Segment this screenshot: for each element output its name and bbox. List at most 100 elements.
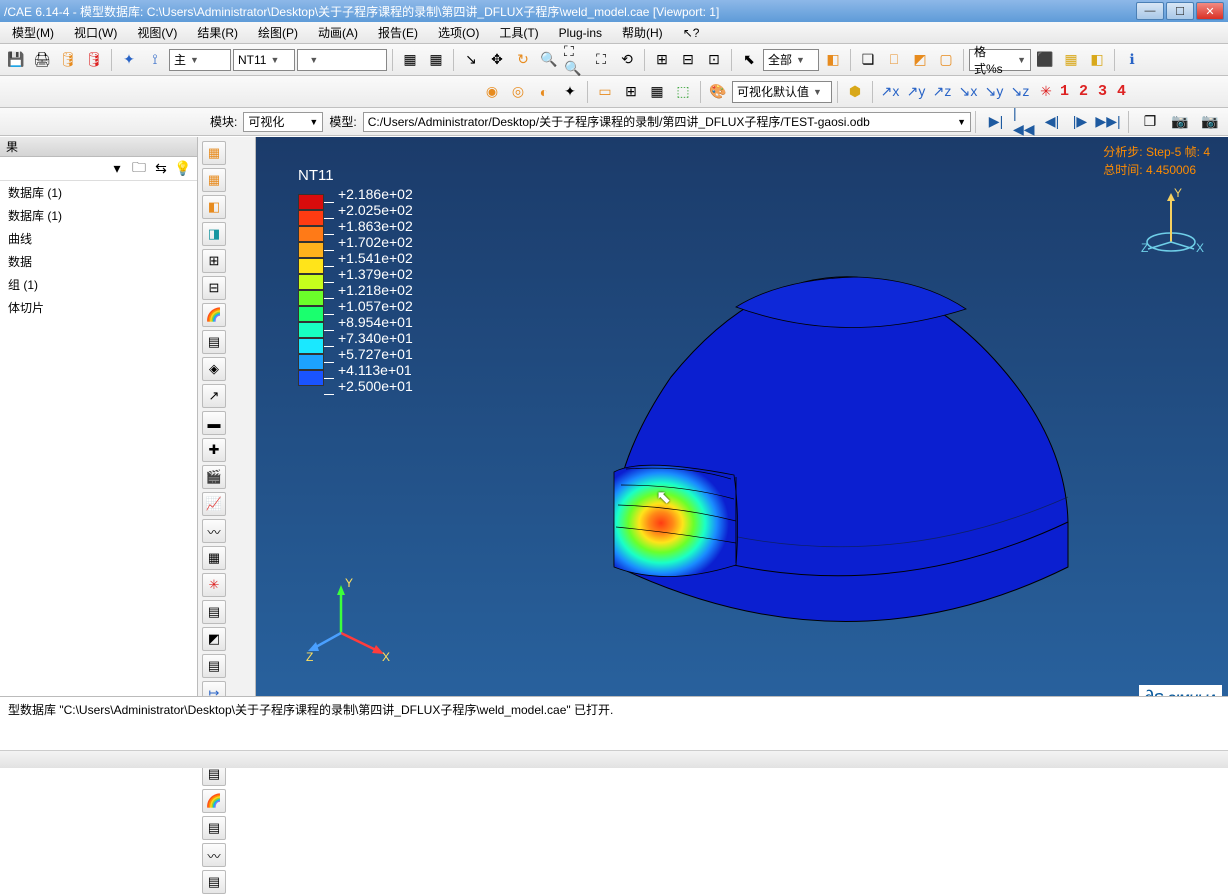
tb-materialdir-icon[interactable]: ↗ — [202, 384, 226, 408]
circle2-icon[interactable]: ◎ — [506, 80, 530, 104]
tree-item-odb2[interactable]: 数据库 (1) — [0, 204, 197, 227]
tree-item-data[interactable]: 数据 — [0, 250, 197, 273]
ruler-icon[interactable]: ✦ — [558, 80, 582, 104]
menu-plugins[interactable]: Plug-ins — [553, 24, 608, 42]
box4-icon[interactable]: ⬚ — [671, 80, 695, 104]
csys-z-icon[interactable]: ↗z — [930, 80, 954, 104]
menu-model[interactable]: 模型(M) — [6, 22, 60, 43]
tb-render5-icon[interactable]: ▤ — [202, 870, 226, 894]
menu-options[interactable]: 选项(O) — [432, 22, 485, 43]
fit-view-icon[interactable]: ⛶ — [589, 48, 613, 72]
play-first-button[interactable]: ▶| — [985, 112, 1007, 132]
grid2-icon[interactable]: ⊟ — [676, 48, 700, 72]
tb-table2-icon[interactable]: ▤ — [202, 654, 226, 678]
zoom-window-icon[interactable]: ⛶🔍 — [563, 48, 587, 72]
tb-ply-icon[interactable]: ▬ — [202, 411, 226, 435]
cube2-icon[interactable]: ▦ — [1059, 48, 1083, 72]
tb-triad-icon[interactable]: ✳ — [202, 573, 226, 597]
tree-filter-icon[interactable]: ▾ — [109, 161, 125, 177]
csys-x-icon[interactable]: ↗x — [878, 80, 902, 104]
layer4-icon[interactable]: ▢ — [934, 48, 958, 72]
tb-symbol-icon[interactable]: ◈ — [202, 357, 226, 381]
zoom-icon[interactable]: 🔍 — [537, 48, 561, 72]
copy-view-icon[interactable]: ❐ — [1138, 110, 1162, 134]
menu-animate[interactable]: 动画(A) — [312, 22, 364, 43]
rotate-icon[interactable]: ↻ — [511, 48, 535, 72]
pan-icon[interactable]: ✥ — [485, 48, 509, 72]
grid1-icon[interactable]: ⊞ — [650, 48, 674, 72]
circle3-icon[interactable]: ◐ — [532, 80, 556, 104]
db2-icon[interactable]: 🛢 — [82, 48, 106, 72]
tb-legend-icon[interactable]: ▤ — [202, 330, 226, 354]
menu-view[interactable]: 视图(V) — [131, 22, 183, 43]
tb-animation-icon[interactable]: 🎬 — [202, 465, 226, 489]
db1-icon[interactable]: 🛢 — [56, 48, 80, 72]
grid3-icon[interactable]: ⊡ — [702, 48, 726, 72]
box3-icon[interactable]: ▦ — [645, 80, 669, 104]
render-style-combo[interactable]: 可视化默认值▼ — [732, 81, 832, 103]
window-close-button[interactable]: ✕ — [1196, 2, 1224, 20]
tb-plot-deformed-icon[interactable]: ▦ — [202, 168, 226, 192]
tb-field-icon[interactable]: ◩ — [202, 627, 226, 651]
menu-result[interactable]: 结果(R) — [191, 22, 244, 43]
tb-plot-undeformed-icon[interactable]: ▦ — [202, 141, 226, 165]
select-icon[interactable]: ⬉ — [737, 48, 761, 72]
model-path-field[interactable]: C:/Users/Administrator/Desktop/关于子程序课程的录… — [363, 112, 971, 132]
tb-plot-overlay-icon[interactable]: ◨ — [202, 222, 226, 246]
box1-icon[interactable]: ▭ — [593, 80, 617, 104]
menu-tools[interactable]: 工具(T) — [493, 22, 544, 43]
camera1-icon[interactable]: 📷 — [1168, 110, 1192, 134]
cube3-icon[interactable]: ◧ — [1085, 48, 1109, 72]
axis-2-label[interactable]: 2 — [1079, 83, 1088, 100]
frame-icon[interactable]: ⟟ — [143, 48, 167, 72]
tree-bulb-icon[interactable]: 💡 — [175, 161, 191, 177]
csys-y2-icon[interactable]: ↘y — [982, 80, 1006, 104]
solid-cube-icon[interactable]: ⬢ — [843, 80, 867, 104]
tb-plot-contour-icon[interactable]: ◧ — [202, 195, 226, 219]
play-next-button[interactable]: ▶▶| — [1097, 112, 1119, 132]
component-combo[interactable]: ▼ — [297, 49, 387, 71]
tree-item-odb1[interactable]: 数据库 (1) — [0, 181, 197, 204]
selection-filter-combo[interactable]: 全部▼ — [763, 49, 819, 71]
tb-spectrum-icon[interactable]: 🌈 — [202, 303, 226, 327]
tb-superimpose-icon[interactable]: ⊟ — [202, 276, 226, 300]
tb-xydata-icon[interactable]: 〰 — [202, 519, 226, 543]
highlight-icon[interactable]: ◧ — [821, 48, 845, 72]
3d-viewport[interactable]: 分析步: Step-5 帧: 4 总时间: 4.450006 Y X Z NT1… — [256, 137, 1228, 696]
palette-icon[interactable]: 🎨 — [706, 80, 730, 104]
nav-arrow-icon[interactable]: ↘ — [459, 48, 483, 72]
window-minimize-button[interactable]: — — [1136, 2, 1164, 20]
menu-viewport[interactable]: 视口(W) — [68, 22, 123, 43]
wire-icon[interactable]: ✦ — [117, 48, 141, 72]
menu-help[interactable]: 帮助(H) — [616, 22, 669, 43]
layer3-icon[interactable]: ◩ — [908, 48, 932, 72]
module-combo[interactable]: 可视化▼ — [243, 112, 323, 132]
box2-icon[interactable]: ⊞ — [619, 80, 643, 104]
menu-report[interactable]: 报告(E) — [372, 22, 424, 43]
cycle-view-icon[interactable]: ⟲ — [615, 48, 639, 72]
play-prev-button[interactable]: |◀◀ — [1013, 112, 1035, 132]
tb-history-icon[interactable]: ▦ — [202, 546, 226, 570]
cube1-icon[interactable]: ⬛ — [1033, 48, 1057, 72]
tb-render4-icon[interactable]: ▤ — [202, 816, 226, 840]
variable-scope-combo[interactable]: 主▼ — [169, 49, 231, 71]
tb-stream-icon[interactable]: 〰 — [202, 843, 226, 867]
axis-4-label[interactable]: 4 — [1117, 83, 1126, 100]
circle1-icon[interactable]: ◉ — [480, 80, 504, 104]
layer2-icon[interactable]: ⎕ — [882, 48, 906, 72]
camera2-icon[interactable]: 📷 — [1198, 110, 1222, 134]
layer1-icon[interactable]: ❏ — [856, 48, 880, 72]
tb-render3-icon[interactable]: 🌈 — [202, 789, 226, 813]
print-icon[interactable]: 🖨 — [30, 48, 54, 72]
info-icon[interactable]: ℹ — [1120, 48, 1144, 72]
tree-link-icon[interactable]: ⇆ — [153, 161, 169, 177]
format-combo[interactable]: 格式%s▼ — [969, 49, 1031, 71]
tree-item-slices[interactable]: 体切片 — [0, 296, 197, 319]
window-maximize-button[interactable]: ☐ — [1166, 2, 1194, 20]
tb-orient-icon[interactable]: ✚ — [202, 438, 226, 462]
bbox2-icon[interactable]: ▦ — [424, 48, 448, 72]
tb-xyplot-icon[interactable]: 📈 — [202, 492, 226, 516]
csys-z2-icon[interactable]: ↘z — [1008, 80, 1032, 104]
field-variable-combo[interactable]: NT11▼ — [233, 49, 295, 71]
results-tab[interactable]: 果 — [0, 137, 197, 157]
